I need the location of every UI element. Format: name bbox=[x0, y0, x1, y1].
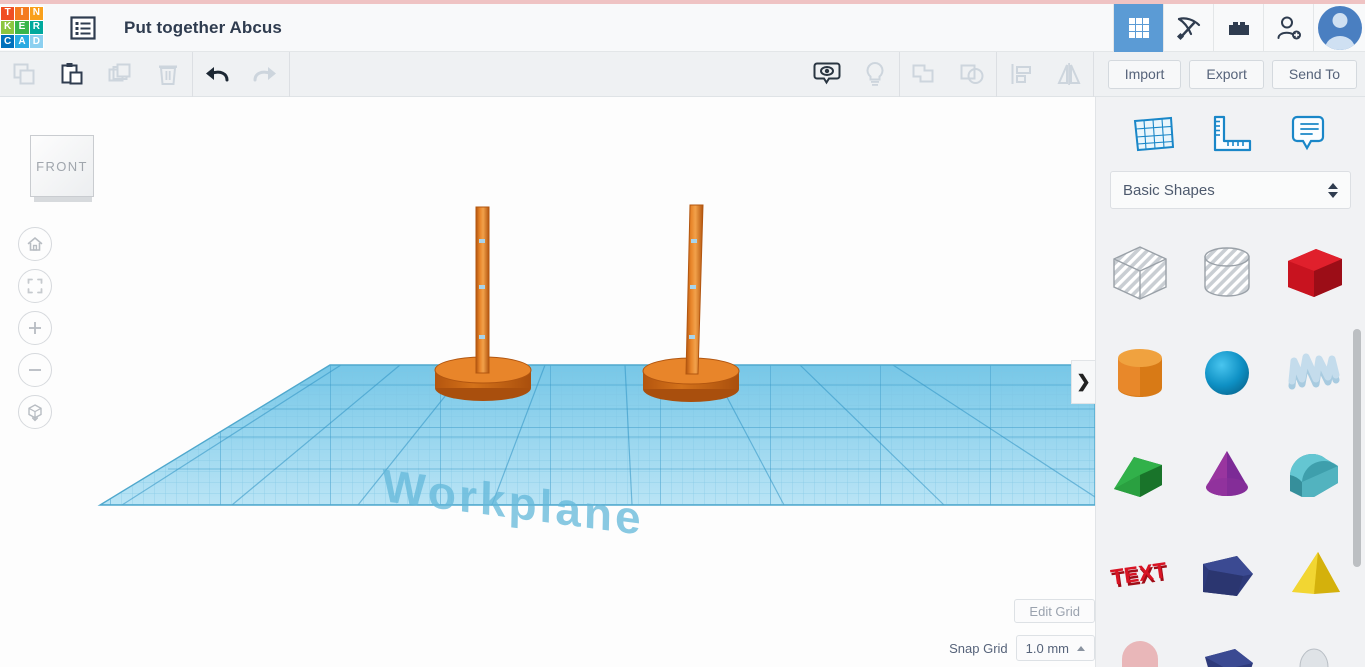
app-header: TINKERCAD Put together Abcus bbox=[0, 3, 1365, 52]
logo-tile-t: T bbox=[1, 6, 15, 20]
group-icon[interactable] bbox=[900, 52, 948, 97]
abacus-pole-right bbox=[642, 204, 740, 402]
panel-collapse-button[interactable]: ❯ bbox=[1071, 360, 1095, 404]
shapes-scrollbar-thumb[interactable] bbox=[1353, 329, 1361, 567]
shape-category-select[interactable]: Basic Shapes bbox=[1110, 171, 1351, 209]
logo-tile-i: I bbox=[15, 6, 29, 20]
view-nav-controls bbox=[18, 227, 52, 437]
header-actions bbox=[1113, 3, 1365, 52]
history-tools-group bbox=[193, 52, 289, 97]
paste-icon[interactable] bbox=[48, 52, 96, 97]
shape-pyramid[interactable] bbox=[1270, 524, 1357, 625]
delete-trash-icon[interactable] bbox=[144, 52, 192, 97]
toolbar-action-buttons: Import Export Send To bbox=[1094, 59, 1365, 89]
tinkercad-app: TINKERCAD Put together Abcus Import Expo… bbox=[0, 0, 1365, 667]
shapes-scrollbar[interactable] bbox=[1353, 225, 1361, 663]
fit-to-view-button[interactable] bbox=[18, 269, 52, 303]
shape-box[interactable] bbox=[1270, 221, 1357, 322]
group-tools-group bbox=[900, 52, 996, 97]
ungroup-icon[interactable] bbox=[948, 52, 996, 97]
shape-cone[interactable] bbox=[1183, 423, 1270, 524]
logo-tile-k: K bbox=[1, 20, 15, 35]
shapes-panel: Basic Shapes TEXT TEXT bbox=[1095, 97, 1365, 667]
logo-tile-c: C bbox=[1, 35, 15, 49]
edit-tools-group bbox=[0, 52, 192, 97]
logo-tile-a: A bbox=[15, 35, 29, 49]
shape-polygon[interactable] bbox=[1183, 524, 1270, 625]
shape-row: TEXT TEXT bbox=[1096, 524, 1365, 625]
workplane-label: Workplane bbox=[382, 459, 644, 545]
caret-up-icon bbox=[1077, 645, 1085, 651]
light-bulb-icon[interactable] bbox=[851, 52, 899, 97]
view-tools-group bbox=[803, 52, 899, 97]
align-tools-group bbox=[997, 52, 1093, 97]
mirror-icon[interactable] bbox=[1045, 52, 1093, 97]
page-title: Put together Abcus bbox=[124, 17, 282, 37]
perspective-toggle-button[interactable] bbox=[18, 395, 52, 429]
blocks-icon[interactable] bbox=[1213, 3, 1263, 52]
logo-tile-e: E bbox=[15, 20, 29, 35]
main-toolbar: Import Export Send To bbox=[0, 51, 1365, 97]
shape-round-roof[interactable] bbox=[1270, 423, 1357, 524]
shape-row bbox=[1096, 322, 1365, 423]
shape-partial-grey[interactable] bbox=[1270, 625, 1357, 667]
duplicate-icon[interactable] bbox=[96, 52, 144, 97]
shape-scribble[interactable] bbox=[1270, 322, 1357, 423]
shape-row bbox=[1096, 423, 1365, 524]
snap-grid-value: 1.0 mm bbox=[1025, 640, 1069, 656]
shape-partial-red[interactable] bbox=[1096, 625, 1183, 667]
snap-grid-row: Snap Grid 1.0 mm bbox=[949, 635, 1095, 661]
stepper-icon bbox=[1328, 182, 1338, 198]
shape-text[interactable]: TEXT TEXT bbox=[1096, 524, 1183, 625]
list-menu-icon[interactable] bbox=[66, 11, 100, 45]
ruler-icon[interactable] bbox=[1202, 106, 1258, 162]
workplane-scene: Workplane bbox=[97, 204, 1095, 545]
shape-sphere[interactable] bbox=[1183, 322, 1270, 423]
undo-icon[interactable] bbox=[193, 52, 241, 97]
zoom-in-button[interactable] bbox=[18, 311, 52, 345]
view-cube-shadow bbox=[34, 197, 92, 202]
design-canvas[interactable]: Workplane FRONT Edit Grid Snap Grid 1.0 … bbox=[0, 97, 1095, 667]
zoom-out-button[interactable] bbox=[18, 353, 52, 387]
avatar[interactable] bbox=[1313, 3, 1365, 52]
avatar-image bbox=[1317, 5, 1362, 50]
logo-tile-r: R bbox=[29, 20, 43, 35]
workplane-icon[interactable] bbox=[1125, 106, 1181, 162]
shape-grid: TEXT TEXT bbox=[1096, 221, 1365, 667]
shape-row bbox=[1096, 221, 1365, 322]
shape-row bbox=[1096, 625, 1365, 667]
logo-tile-d: D bbox=[29, 35, 43, 49]
shape-category-value: Basic Shapes bbox=[1123, 181, 1215, 199]
shape-roof[interactable] bbox=[1096, 423, 1183, 524]
align-icon[interactable] bbox=[997, 52, 1045, 97]
edit-grid-button[interactable]: Edit Grid bbox=[1014, 599, 1095, 623]
workplane-grid bbox=[97, 364, 1095, 506]
send-to-button[interactable]: Send To bbox=[1271, 59, 1357, 89]
shape-category-wrap: Basic Shapes bbox=[1096, 171, 1365, 209]
copy-icon[interactable] bbox=[0, 52, 48, 97]
abacus-pole-left bbox=[434, 206, 532, 401]
gallery-grid-icon[interactable] bbox=[1113, 3, 1163, 52]
grid-controls: Edit Grid Snap Grid 1.0 mm bbox=[825, 599, 1095, 661]
import-button[interactable]: Import bbox=[1107, 59, 1182, 89]
note-icon[interactable] bbox=[1280, 106, 1336, 162]
shape-cylinder-hole[interactable] bbox=[1183, 221, 1270, 322]
snap-grid-select[interactable]: 1.0 mm bbox=[1015, 635, 1095, 661]
toolbar-divider bbox=[289, 51, 290, 97]
show-hide-eye-icon[interactable] bbox=[803, 52, 851, 97]
export-button[interactable]: Export bbox=[1189, 59, 1264, 89]
add-user-icon[interactable] bbox=[1263, 3, 1313, 52]
tinkercad-logo[interactable]: TINKERCAD bbox=[0, 5, 44, 50]
snap-grid-label: Snap Grid bbox=[949, 640, 1008, 656]
logo-tile-n: N bbox=[29, 6, 43, 20]
redo-icon[interactable] bbox=[241, 52, 289, 97]
shape-box-hole[interactable] bbox=[1096, 221, 1183, 322]
shape-cylinder[interactable] bbox=[1096, 322, 1183, 423]
home-view-button[interactable] bbox=[18, 227, 52, 261]
view-cube[interactable]: FRONT bbox=[30, 135, 94, 197]
shape-partial-blue[interactable] bbox=[1183, 625, 1270, 667]
pickaxe-icon[interactable] bbox=[1163, 3, 1213, 52]
panel-header-icons bbox=[1096, 97, 1365, 171]
